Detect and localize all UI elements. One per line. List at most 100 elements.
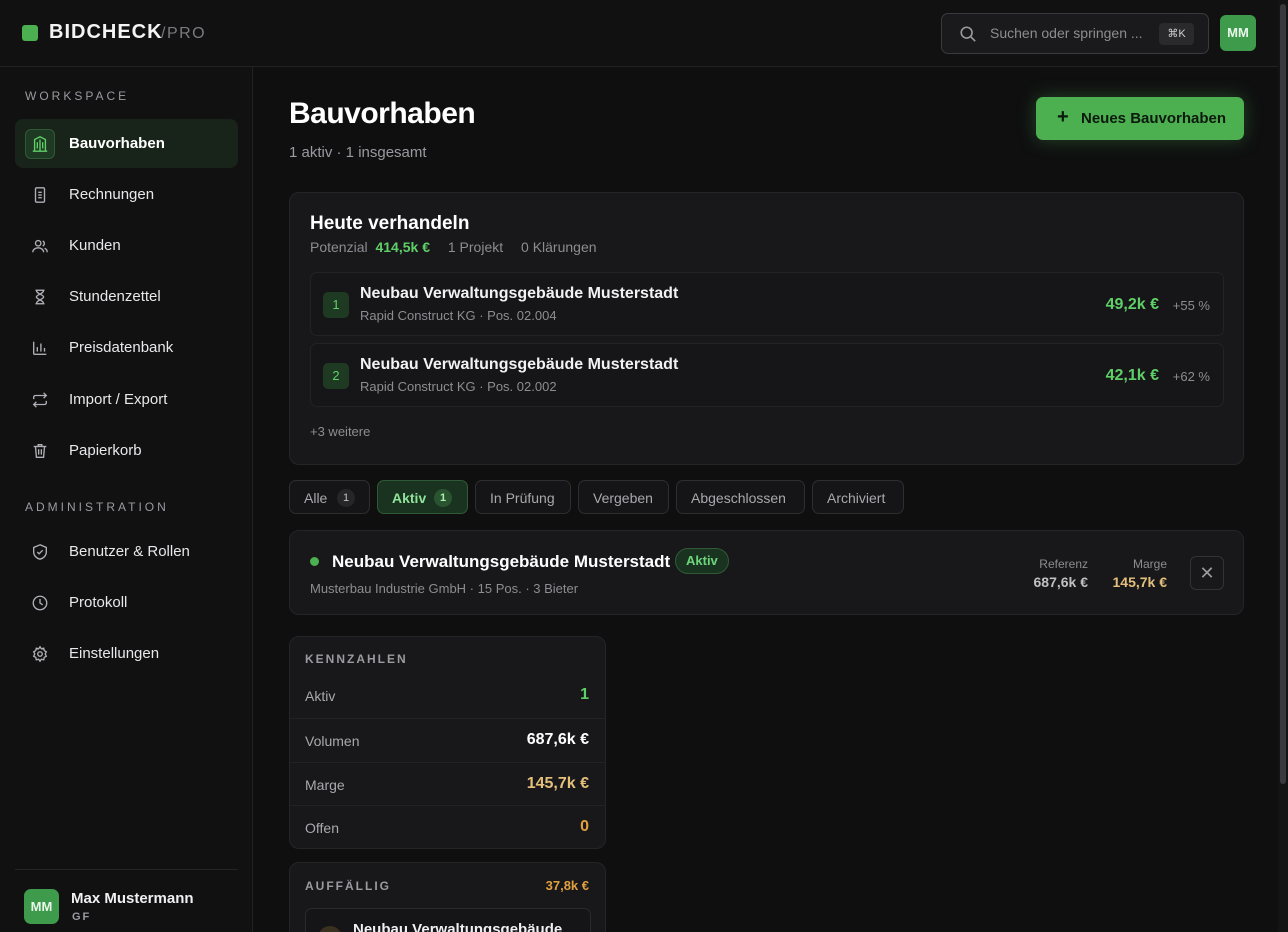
deal-subtitle: Rapid Construct KG · Pos. 02.002: [360, 379, 557, 394]
sidebar-item-label: Benutzer & Rollen: [69, 543, 190, 560]
sidebar-item-import-export[interactable]: Import / Export: [15, 375, 238, 424]
page-subtitle: 1 aktiv · 1 insgesamt: [289, 144, 427, 161]
new-project-button[interactable]: + Neues Bauvorhaben: [1036, 97, 1244, 140]
kpi-row: Aktiv 1: [290, 674, 605, 718]
logo-mark-icon: [22, 25, 38, 41]
project-title: Neubau Verwaltungsgebäude Musterstadt: [332, 552, 671, 571]
deal-title: Neubau Verwaltungsgebäude Musterstadt: [360, 356, 679, 373]
filter-active[interactable]: Aktiv 1: [377, 480, 468, 514]
deal-subtitle: Rapid Construct KG · Pos. 02.004: [360, 308, 557, 323]
margin-value: 145,7k €: [1112, 574, 1168, 590]
gear-icon: [25, 639, 55, 669]
search-placeholder: Suchen oder springen ...: [990, 25, 1143, 41]
filter-label: Abgeschlossen: [691, 490, 786, 506]
today-title: Heute verhandeln: [310, 213, 470, 234]
sidebar-item-label: Stundenzettel: [69, 288, 161, 305]
kpi-value: 687,6k €: [526, 731, 589, 748]
close-button[interactable]: ✕: [1190, 556, 1224, 590]
status-dot: [310, 557, 319, 566]
deal-title: Neubau Verwaltungsgebäude Musterstadt: [360, 285, 679, 302]
today-meta: Potenzial 414,5k € 1 Projekt 0 Klärungen: [310, 239, 597, 255]
deal-row[interactable]: 2 Neubau Verwaltungsgebäude Musterstadt …: [310, 343, 1224, 407]
notable-item-title: Neubau Verwaltungsgebäude: [353, 921, 563, 932]
filter-count: 1: [434, 489, 452, 507]
sidebar-item-label: Protokoll: [69, 594, 128, 611]
kpi-value: 1: [580, 686, 589, 703]
kpi-row: Volumen 687,6k €: [290, 718, 605, 762]
sidebar-item-stundenzettel[interactable]: Stundenzettel: [15, 272, 238, 321]
filter-archived[interactable]: Archiviert: [812, 480, 904, 514]
sidebar-item-papierkorb[interactable]: Papierkorb: [15, 426, 238, 475]
new-project-label: Neues Bauvorhaben: [1081, 110, 1227, 127]
user-role: GF: [72, 911, 92, 923]
filter-label: Archiviert: [827, 490, 886, 506]
sidebar-item-bauvorhaben[interactable]: Bauvorhaben: [15, 119, 238, 168]
show-more-link[interactable]: +3 weitere: [310, 424, 370, 439]
kpi-label: Marge: [305, 777, 345, 793]
today-negotiate-card: Heute verhandeln Potenzial 414,5k € 1 Pr…: [289, 192, 1244, 465]
plus-icon: +: [1057, 106, 1069, 128]
warning-icon: [318, 926, 342, 932]
notable-title: AUFFÄLLIG: [305, 879, 391, 893]
filter-label: Alle: [304, 490, 328, 506]
building-icon: [25, 129, 55, 159]
app-name: BIDCHECK: [49, 21, 163, 43]
reference-stat: Referenz 687,6k €: [1034, 557, 1089, 590]
scrollbar-thumb[interactable]: [1280, 4, 1286, 784]
clarifications-count: 0 Klärungen: [521, 239, 597, 255]
sidebar: WORKSPACE Bauvorhaben Rechnungen Kunden …: [0, 67, 253, 932]
sidebar-item-label: Import / Export: [69, 391, 168, 408]
receipt-icon: [25, 180, 55, 210]
kpi-title: KENNZAHLEN: [305, 652, 408, 666]
clock-icon: [25, 588, 55, 618]
reference-label: Referenz: [1039, 557, 1088, 571]
project-card[interactable]: Neubau Verwaltungsgebäude Musterstadt Ak…: [289, 530, 1244, 615]
potential-label: Potenzial: [310, 239, 368, 255]
sidebar-item-protokoll[interactable]: Protokoll: [15, 578, 238, 627]
search-shortcut: ⌘K: [1159, 23, 1194, 45]
margin-label: Marge: [1132, 557, 1167, 571]
sidebar-item-rechnungen[interactable]: Rechnungen: [15, 170, 238, 219]
deal-amount: 42,1k €: [1105, 367, 1159, 384]
kpi-value: 145,7k €: [526, 775, 589, 792]
notable-amount: 37,8k €: [545, 878, 589, 893]
sidebar-item-label: Papierkorb: [69, 442, 142, 459]
sidebar-item-label: Kunden: [69, 237, 121, 254]
section-label-workspace: WORKSPACE: [25, 89, 130, 103]
sidebar-item-benutzer-rollen[interactable]: Benutzer & Rollen: [15, 527, 238, 576]
filter-awarded[interactable]: Vergeben: [578, 480, 669, 514]
deal-rank: 1: [323, 292, 349, 318]
hourglass-icon: [25, 282, 55, 312]
deal-row[interactable]: 1 Neubau Verwaltungsgebäude Musterstadt …: [310, 272, 1224, 336]
sidebar-item-kunden[interactable]: Kunden: [15, 221, 238, 270]
sidebar-item-einstellungen[interactable]: Einstellungen: [15, 629, 238, 678]
deal-percent: +62 %: [1172, 369, 1210, 384]
repeat-icon: [25, 385, 55, 415]
potential-value: 414,5k €: [375, 239, 430, 255]
section-label-administration: ADMINISTRATION: [25, 500, 169, 514]
search-input[interactable]: Suchen oder springen ... ⌘K: [941, 13, 1209, 54]
filter-completed[interactable]: Abgeschlossen: [676, 480, 805, 514]
filter-all[interactable]: Alle 1: [289, 480, 370, 514]
margin-stat: Marge 145,7k €: [1113, 557, 1168, 590]
avatar[interactable]: MM: [24, 889, 59, 924]
sidebar-item-label: Bauvorhaben: [69, 135, 165, 152]
kpi-row: Offen 0: [290, 805, 605, 849]
filter-label: Vergeben: [593, 490, 653, 506]
sidebar-item-preisdatenbank[interactable]: Preisdatenbank: [15, 323, 238, 372]
page-title: Bauvorhaben: [289, 97, 476, 130]
kpi-row: Marge 145,7k €: [290, 762, 605, 806]
deal-rank: 2: [323, 363, 349, 389]
user-avatar-button[interactable]: MM: [1220, 15, 1256, 51]
filter-label: Aktiv: [392, 490, 427, 506]
status-badge: Aktiv: [675, 548, 729, 574]
filter-in-review[interactable]: In Prüfung: [475, 480, 571, 514]
kpi-value: 0: [580, 818, 589, 835]
reference-value: 687,6k €: [1033, 574, 1089, 590]
trash-icon: [25, 436, 55, 466]
shield-icon: [25, 537, 55, 567]
sidebar-item-label: Preisdatenbank: [69, 339, 174, 356]
deal-percent: +55 %: [1172, 298, 1210, 313]
notable-item[interactable]: Neubau Verwaltungsgebäude: [305, 908, 591, 932]
kpi-label: Offen: [305, 820, 339, 836]
